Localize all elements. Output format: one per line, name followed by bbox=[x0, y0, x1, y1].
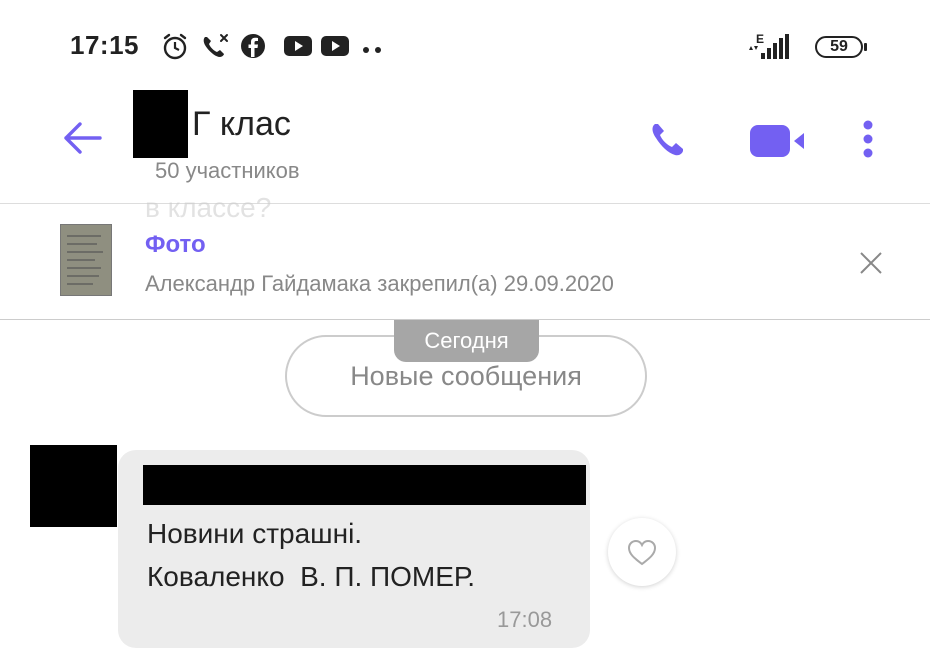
group-avatar-redacted[interactable] bbox=[133, 90, 188, 158]
pinned-background-text: в классе? bbox=[145, 192, 272, 223]
message-text-line: Новини страшні. bbox=[147, 518, 363, 549]
alarm-icon bbox=[162, 33, 188, 66]
pinned-info: Александр Гайдамака закрепил(а) 29.09.20… bbox=[145, 271, 614, 296]
missed-call-icon bbox=[200, 33, 230, 66]
youtube-icon bbox=[320, 33, 350, 64]
battery-level: 59 bbox=[830, 38, 848, 55]
back-icon[interactable] bbox=[60, 118, 104, 158]
message-text-line: Коваленко В. П. ПОМЕР. bbox=[147, 561, 476, 592]
heart-icon bbox=[627, 539, 657, 566]
date-label: Сегодня bbox=[424, 328, 509, 353]
call-icon[interactable] bbox=[648, 120, 688, 165]
date-chip: Сегодня bbox=[394, 320, 539, 362]
pinned-thumbnail[interactable] bbox=[60, 224, 112, 296]
status-time: 17:15 bbox=[70, 30, 139, 60]
status-bar: 17:15 E 59 bbox=[0, 0, 930, 90]
pinned-type-label[interactable]: Фото bbox=[145, 231, 206, 259]
facebook-icon bbox=[240, 33, 266, 64]
network-type-label: E bbox=[756, 32, 764, 46]
pinned-message-bar[interactable] bbox=[0, 203, 930, 320]
more-notifications-icon bbox=[360, 38, 386, 61]
menu-icon[interactable] bbox=[858, 118, 878, 167]
participants-count[interactable]: 50 участников bbox=[155, 158, 300, 184]
sender-name-redacted bbox=[143, 465, 586, 505]
message-time: 17:08 bbox=[497, 607, 553, 632]
chat-title[interactable]: Г клас bbox=[192, 105, 291, 144]
new-messages-label: Новые сообщения bbox=[350, 361, 582, 391]
youtube-icon bbox=[283, 33, 313, 64]
video-call-icon[interactable] bbox=[748, 122, 808, 167]
like-button[interactable] bbox=[608, 518, 676, 586]
signal-icon: E bbox=[745, 32, 797, 67]
battery-icon: 59 bbox=[815, 36, 867, 58]
sender-avatar-redacted[interactable] bbox=[30, 445, 117, 527]
close-icon[interactable] bbox=[858, 250, 884, 281]
